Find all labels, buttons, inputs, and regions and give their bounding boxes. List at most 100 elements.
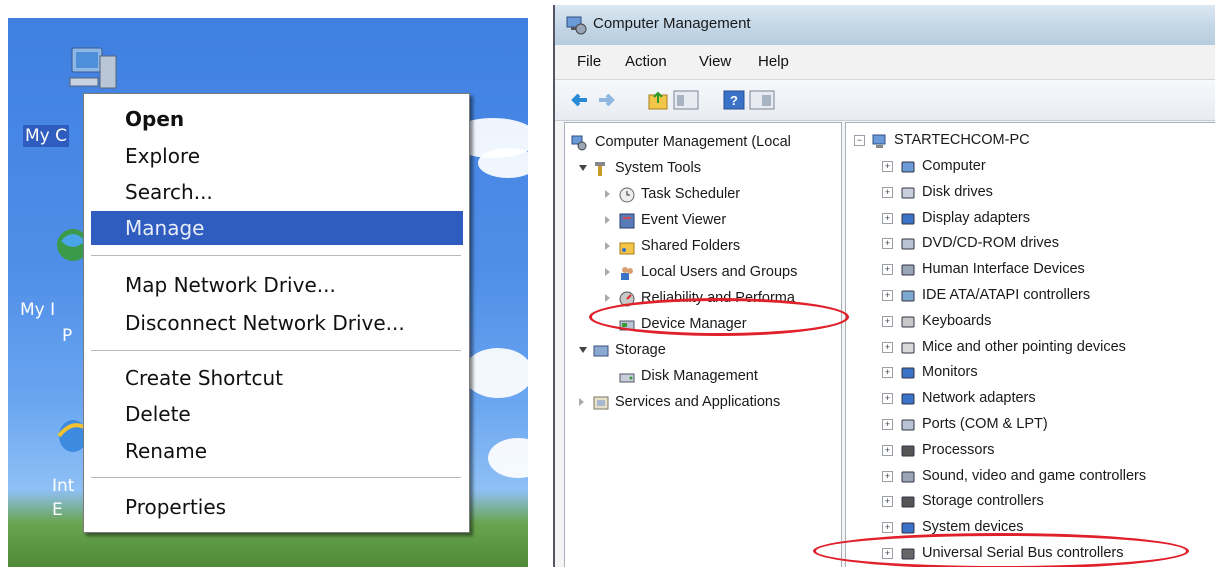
computer-management-icon bbox=[565, 15, 587, 40]
properties-pane-icon[interactable] bbox=[749, 89, 775, 111]
cloud bbox=[488, 438, 528, 478]
device-category-monitors[interactable]: + Monitors bbox=[882, 359, 978, 385]
menu-item-open[interactable]: Open bbox=[84, 102, 456, 136]
console-tree: Computer Management (Local System Tools … bbox=[564, 122, 842, 567]
device-category-disk-drives[interactable]: + Disk drives bbox=[882, 179, 993, 205]
expand-triangle-icon[interactable] bbox=[605, 216, 610, 224]
hid-icon bbox=[900, 261, 916, 277]
device-category-ide-ata-atapi-controllers[interactable]: + IDE ATA/ATAPI controllers bbox=[882, 282, 1090, 308]
expand-box-icon[interactable]: + bbox=[882, 212, 893, 224]
my-computer-icon[interactable] bbox=[68, 46, 120, 92]
expand-box-icon[interactable]: + bbox=[882, 161, 893, 172]
event-viewer-icon bbox=[619, 212, 635, 229]
window-title: Computer Management bbox=[593, 15, 751, 32]
cloud bbox=[463, 348, 528, 398]
storage-controller-icon bbox=[900, 493, 916, 509]
device-category-label: Mice and other pointing devices bbox=[922, 338, 1126, 355]
tree-item-system-tools[interactable]: System Tools bbox=[579, 155, 701, 181]
desktop-icon-label: My I bbox=[20, 300, 56, 320]
expand-box-icon[interactable]: + bbox=[882, 315, 893, 327]
device-category-network-adapters[interactable]: + Network adapters bbox=[882, 385, 1036, 411]
device-category-mice-and-other-pointing-devices[interactable]: + Mice and other pointing devices bbox=[882, 334, 1126, 360]
device-category-dvd-cd-rom-drives[interactable]: + DVD/CD-ROM drives bbox=[882, 230, 1059, 256]
expand-triangle-icon[interactable] bbox=[605, 268, 610, 276]
menu-view[interactable]: View bbox=[699, 53, 731, 70]
device-category-label: Sound, video and game controllers bbox=[922, 467, 1147, 484]
menu-item-rename[interactable]: Rename bbox=[84, 434, 456, 468]
menu-item-search[interactable]: Search... bbox=[84, 175, 456, 209]
menu-action[interactable]: Action bbox=[625, 53, 667, 70]
expand-box-icon[interactable]: + bbox=[882, 444, 893, 456]
device-category-storage-controllers[interactable]: + Storage controllers bbox=[882, 488, 1044, 514]
tree-item-shared-folders[interactable]: Shared Folders bbox=[605, 233, 740, 259]
device-category-human-interface-devices[interactable]: + Human Interface Devices bbox=[882, 256, 1085, 282]
device-category-label: Human Interface Devices bbox=[922, 261, 1085, 278]
tree-item-label: Computer Management (Local bbox=[595, 134, 791, 150]
system-devices-icon bbox=[900, 519, 916, 535]
menu-item-manage[interactable]: Manage bbox=[91, 211, 463, 245]
up-folder-icon[interactable] bbox=[647, 89, 669, 111]
device-category-keyboards[interactable]: + Keyboards bbox=[882, 308, 991, 334]
menu-item-map-network-drive[interactable]: Map Network Drive... bbox=[84, 268, 456, 302]
device-category-label: Keyboards bbox=[922, 312, 992, 329]
expand-box-icon[interactable]: + bbox=[882, 367, 893, 379]
device-category-ports-com-lpt[interactable]: + Ports (COM & LPT) bbox=[882, 411, 1048, 437]
expand-box-icon[interactable]: + bbox=[882, 264, 893, 276]
collapse-box-icon[interactable]: − bbox=[854, 135, 865, 146]
expand-box-icon[interactable]: + bbox=[882, 522, 893, 534]
forward-arrow-icon[interactable] bbox=[595, 89, 617, 111]
expand-box-icon[interactable]: + bbox=[882, 393, 893, 405]
console-tree-icon[interactable] bbox=[673, 89, 699, 111]
expand-box-icon[interactable]: + bbox=[882, 290, 893, 301]
disk-drive-icon bbox=[900, 184, 916, 200]
expand-box-icon[interactable]: + bbox=[882, 238, 893, 250]
back-arrow-icon[interactable] bbox=[569, 89, 591, 111]
dvd-icon bbox=[900, 235, 916, 251]
expand-box-icon[interactable]: + bbox=[882, 496, 893, 508]
device-category-computer[interactable]: + Computer bbox=[882, 153, 986, 179]
device-category-display-adapters[interactable]: + Display adapters bbox=[882, 205, 1030, 231]
expand-box-icon[interactable]: + bbox=[882, 186, 893, 198]
collapse-triangle-icon[interactable] bbox=[579, 165, 587, 171]
device-category-label: Ports (COM & LPT) bbox=[922, 416, 1048, 432]
expand-box-icon[interactable]: + bbox=[882, 470, 893, 482]
menu-item-explore[interactable]: Explore bbox=[84, 139, 456, 173]
collapse-triangle-icon[interactable] bbox=[579, 347, 587, 353]
tree-item-label: Storage bbox=[615, 342, 666, 358]
services-icon bbox=[593, 394, 609, 410]
tree-item-storage[interactable]: Storage bbox=[579, 337, 666, 363]
expand-triangle-icon[interactable] bbox=[605, 294, 610, 302]
tree-item-disk-management[interactable]: Disk Management bbox=[605, 363, 758, 389]
expand-box-icon[interactable]: + bbox=[882, 341, 893, 353]
device-category-processors[interactable]: + Processors bbox=[882, 437, 995, 463]
display-adapter-icon bbox=[900, 210, 916, 226]
device-tree-root[interactable]: − STARTECHCOM-PC bbox=[854, 127, 1030, 153]
tree-item-local-users-and-groups[interactable]: Local Users and Groups bbox=[605, 259, 797, 285]
menu-item-delete[interactable]: Delete bbox=[84, 397, 456, 431]
device-category-label: Display adapters bbox=[922, 209, 1030, 226]
menu-help[interactable]: Help bbox=[758, 53, 789, 70]
menu-item-disconnect-network-drive[interactable]: Disconnect Network Drive... bbox=[84, 306, 456, 340]
disk-management-icon bbox=[619, 368, 635, 384]
help-icon[interactable]: ? bbox=[723, 89, 745, 111]
tree-item-event-viewer[interactable]: Event Viewer bbox=[605, 207, 726, 233]
expand-box-icon[interactable]: + bbox=[882, 419, 893, 430]
menu-item-create-shortcut[interactable]: Create Shortcut bbox=[84, 361, 456, 395]
expand-triangle-icon[interactable] bbox=[605, 190, 610, 198]
expand-triangle-icon[interactable] bbox=[579, 398, 584, 406]
device-category-sound-video-and-game-controllers[interactable]: + Sound, video and game controllers bbox=[882, 463, 1146, 489]
tree-item-label: Services and Applications bbox=[615, 394, 781, 410]
tree-item-task-scheduler[interactable]: Task Scheduler bbox=[605, 181, 740, 207]
device-category-label: Disk drives bbox=[922, 183, 993, 200]
menu-item-properties[interactable]: Properties bbox=[84, 490, 456, 524]
users-icon bbox=[619, 264, 635, 280]
mouse-icon bbox=[900, 339, 916, 355]
expand-triangle-icon[interactable] bbox=[605, 242, 610, 250]
desktop-icon-label: E bbox=[52, 500, 63, 520]
tree-item-computer-management[interactable]: Computer Management (Local bbox=[571, 129, 791, 155]
processor-icon bbox=[900, 442, 916, 458]
monitor-icon bbox=[900, 364, 916, 380]
storage-icon bbox=[593, 342, 609, 358]
tree-item-services-and-applications[interactable]: Services and Applications bbox=[579, 389, 780, 415]
menu-file[interactable]: File bbox=[577, 53, 601, 70]
